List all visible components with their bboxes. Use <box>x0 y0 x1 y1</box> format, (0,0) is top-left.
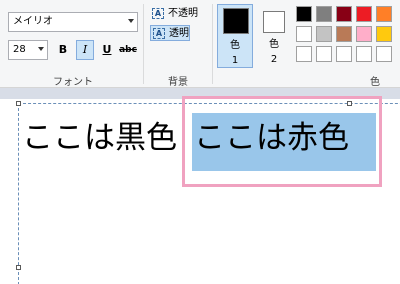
resize-handle[interactable] <box>16 265 21 270</box>
font-size-dropdown[interactable]: 28 <box>8 40 48 60</box>
color2-button[interactable]: 色 2 <box>256 4 292 68</box>
colors-group-label: 色 <box>370 77 380 88</box>
palette-swatch[interactable] <box>356 46 372 62</box>
annotation-box <box>182 96 382 187</box>
palette-swatch[interactable] <box>376 26 392 42</box>
ribbon: メイリオ 28 B I U abc フォント A 不透明 A 透明 背景 色 1 <box>0 0 400 88</box>
palette-swatch[interactable] <box>296 26 312 42</box>
group-divider <box>212 4 213 84</box>
text-black[interactable]: ここは黒色 <box>22 118 177 158</box>
palette-swatch[interactable] <box>296 6 312 22</box>
color1-label: 色 <box>230 40 240 51</box>
opaque-label: 不透明 <box>168 8 198 19</box>
transparent-label: 透明 <box>169 28 189 39</box>
strikethrough-button[interactable]: abc <box>118 40 138 60</box>
font-family-dropdown[interactable]: メイリオ <box>8 12 138 32</box>
opaque-background-icon: A <box>152 8 164 19</box>
color2-swatch <box>263 11 285 33</box>
italic-button[interactable]: I <box>76 40 94 60</box>
color1-button[interactable]: 色 1 <box>217 4 253 68</box>
palette-swatch[interactable] <box>336 46 352 62</box>
palette-swatch[interactable] <box>316 46 332 62</box>
palette-swatch[interactable] <box>376 46 392 62</box>
underline-button[interactable]: U <box>98 40 116 60</box>
paint-window: メイリオ 28 B I U abc フォント A 不透明 A 透明 背景 色 1 <box>0 0 400 284</box>
palette-swatch[interactable] <box>336 6 352 22</box>
palette-swatch[interactable] <box>296 46 312 62</box>
palette-swatch[interactable] <box>316 6 332 22</box>
transparent-option[interactable]: A 透明 <box>150 25 190 41</box>
chevron-down-icon <box>38 47 44 51</box>
group-divider <box>143 4 144 84</box>
transparent-background-icon: A <box>153 28 165 39</box>
palette-swatch[interactable] <box>336 26 352 42</box>
bold-button[interactable]: B <box>54 40 72 60</box>
chevron-down-icon <box>128 19 134 23</box>
font-family-value: メイリオ <box>13 16 53 27</box>
color1-number: 1 <box>231 55 239 66</box>
color1-swatch <box>223 8 249 34</box>
color2-label: 色 <box>269 39 279 50</box>
color2-number: 2 <box>270 54 278 65</box>
resize-handle[interactable] <box>16 101 21 106</box>
palette-swatch[interactable] <box>316 26 332 42</box>
palette-swatch[interactable] <box>356 6 372 22</box>
palette-swatch[interactable] <box>376 6 392 22</box>
font-group-label: フォント <box>53 77 93 88</box>
opaque-option[interactable]: A 不透明 <box>150 6 198 22</box>
background-group-label: 背景 <box>168 77 188 88</box>
palette-swatch[interactable] <box>356 26 372 42</box>
font-size-value: 28 <box>13 44 26 55</box>
